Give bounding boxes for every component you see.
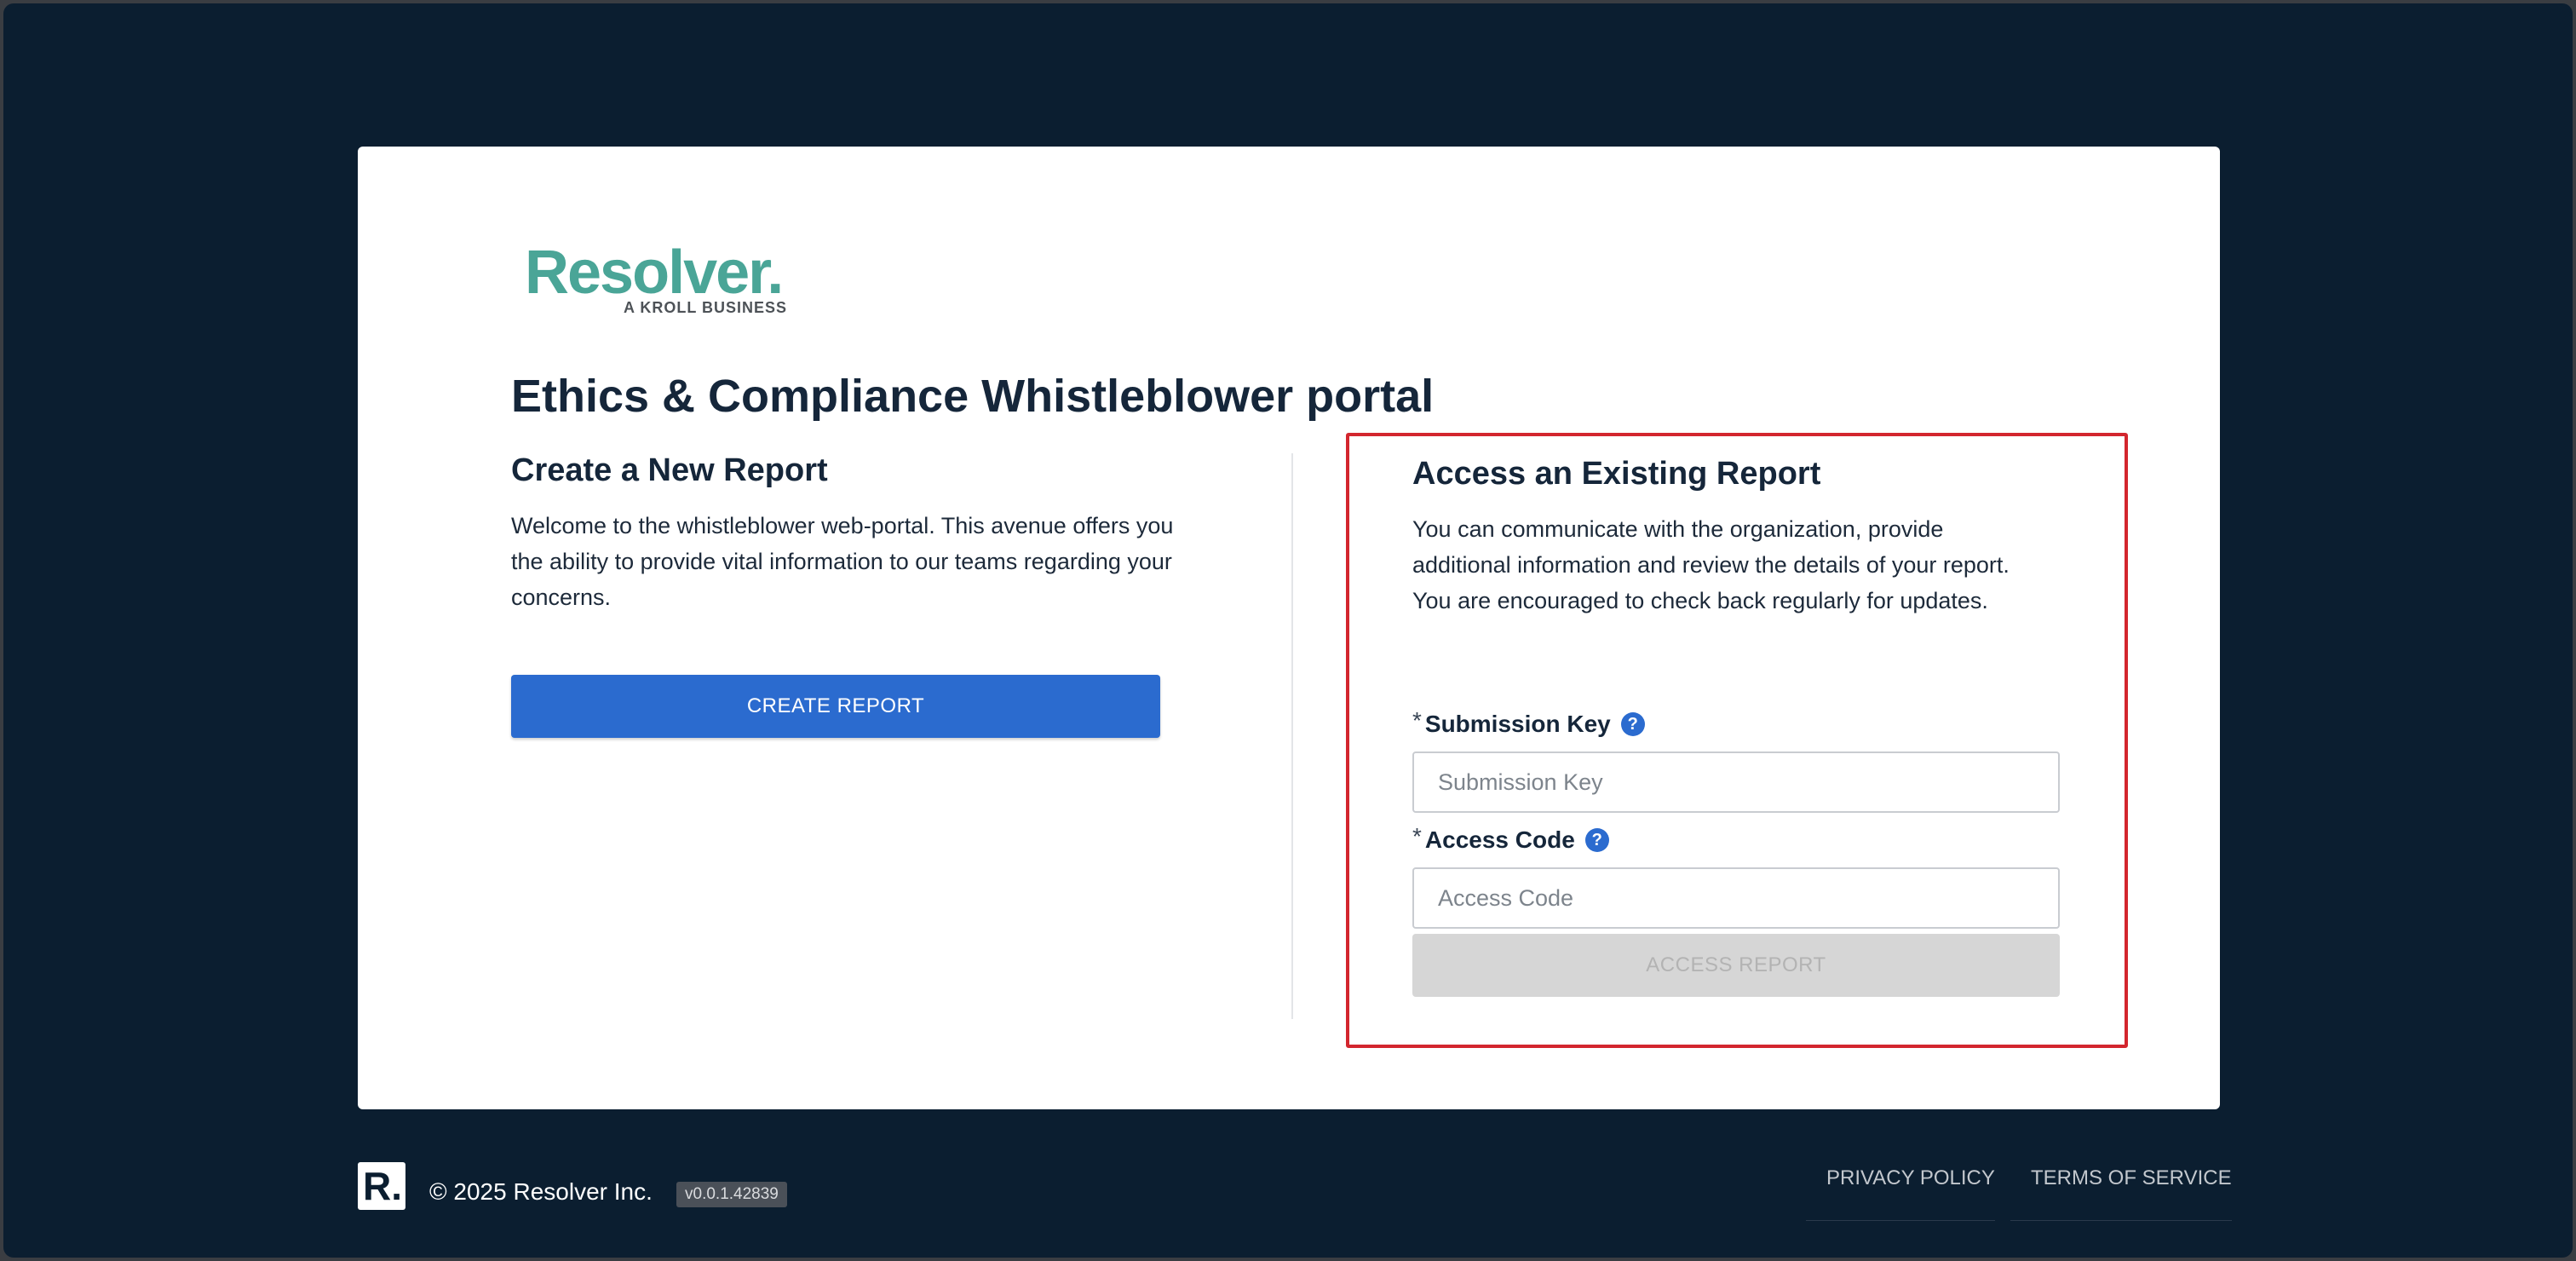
create-section-title: Create a New Report (511, 452, 828, 488)
resolver-logo: Resolver. A KROLL BUSINESS (525, 239, 797, 316)
footer-logo-glyph: R. (363, 1164, 402, 1208)
privacy-policy-link[interactable]: PRIVACY POLICY (1806, 1164, 1995, 1221)
column-divider (1291, 453, 1293, 1019)
version-badge: v0.0.1.42839 (676, 1182, 787, 1207)
access-section-title: Access an Existing Report (1412, 456, 1821, 492)
access-code-label-text: Access Code (1424, 826, 1575, 853)
access-description-line: You can communicate with the organizatio… (1412, 516, 1944, 542)
terms-of-service-link[interactable]: TERMS OF SERVICE (2010, 1164, 2232, 1221)
access-code-label: * Access Code ? (1412, 823, 1609, 857)
required-marker: * (1412, 823, 1422, 849)
portal-page: Resolver. A KROLL BUSINESS Ethics & Comp… (3, 3, 2573, 1258)
access-code-input[interactable] (1412, 867, 2060, 929)
footer-logo: R. (358, 1162, 405, 1210)
page-title: Ethics & Compliance Whistleblower portal (511, 371, 1435, 423)
help-icon[interactable]: ? (1584, 828, 1609, 852)
access-report-section-highlight: Access an Existing Report You can commun… (1346, 433, 2128, 1048)
create-section-description: Welcome to the whistleblower web-portal.… (511, 513, 1174, 610)
logo-tagline: A KROLL BUSINESS (624, 299, 788, 316)
submission-key-label-text: Submission Key (1424, 711, 1611, 737)
access-description-line: additional information and review the de… (1412, 552, 2010, 578)
submission-key-input[interactable] (1412, 751, 2060, 813)
access-description-line: You are encouraged to check back regular… (1412, 588, 1988, 613)
access-section-description: You can communicate with the organizatio… (1412, 511, 2077, 619)
create-report-button[interactable]: CREATE REPORT (511, 675, 1160, 738)
logo-wordmark: Resolver. (525, 239, 784, 307)
submission-key-label: * Submission Key ? (1412, 707, 1645, 741)
portal-card: Resolver. A KROLL BUSINESS Ethics & Comp… (358, 147, 2220, 1109)
help-icon[interactable]: ? (1620, 712, 1645, 736)
access-report-button[interactable]: ACCESS REPORT (1412, 934, 2060, 997)
required-marker: * (1412, 707, 1422, 734)
copyright-text: © 2025 Resolver Inc. (429, 1178, 653, 1205)
